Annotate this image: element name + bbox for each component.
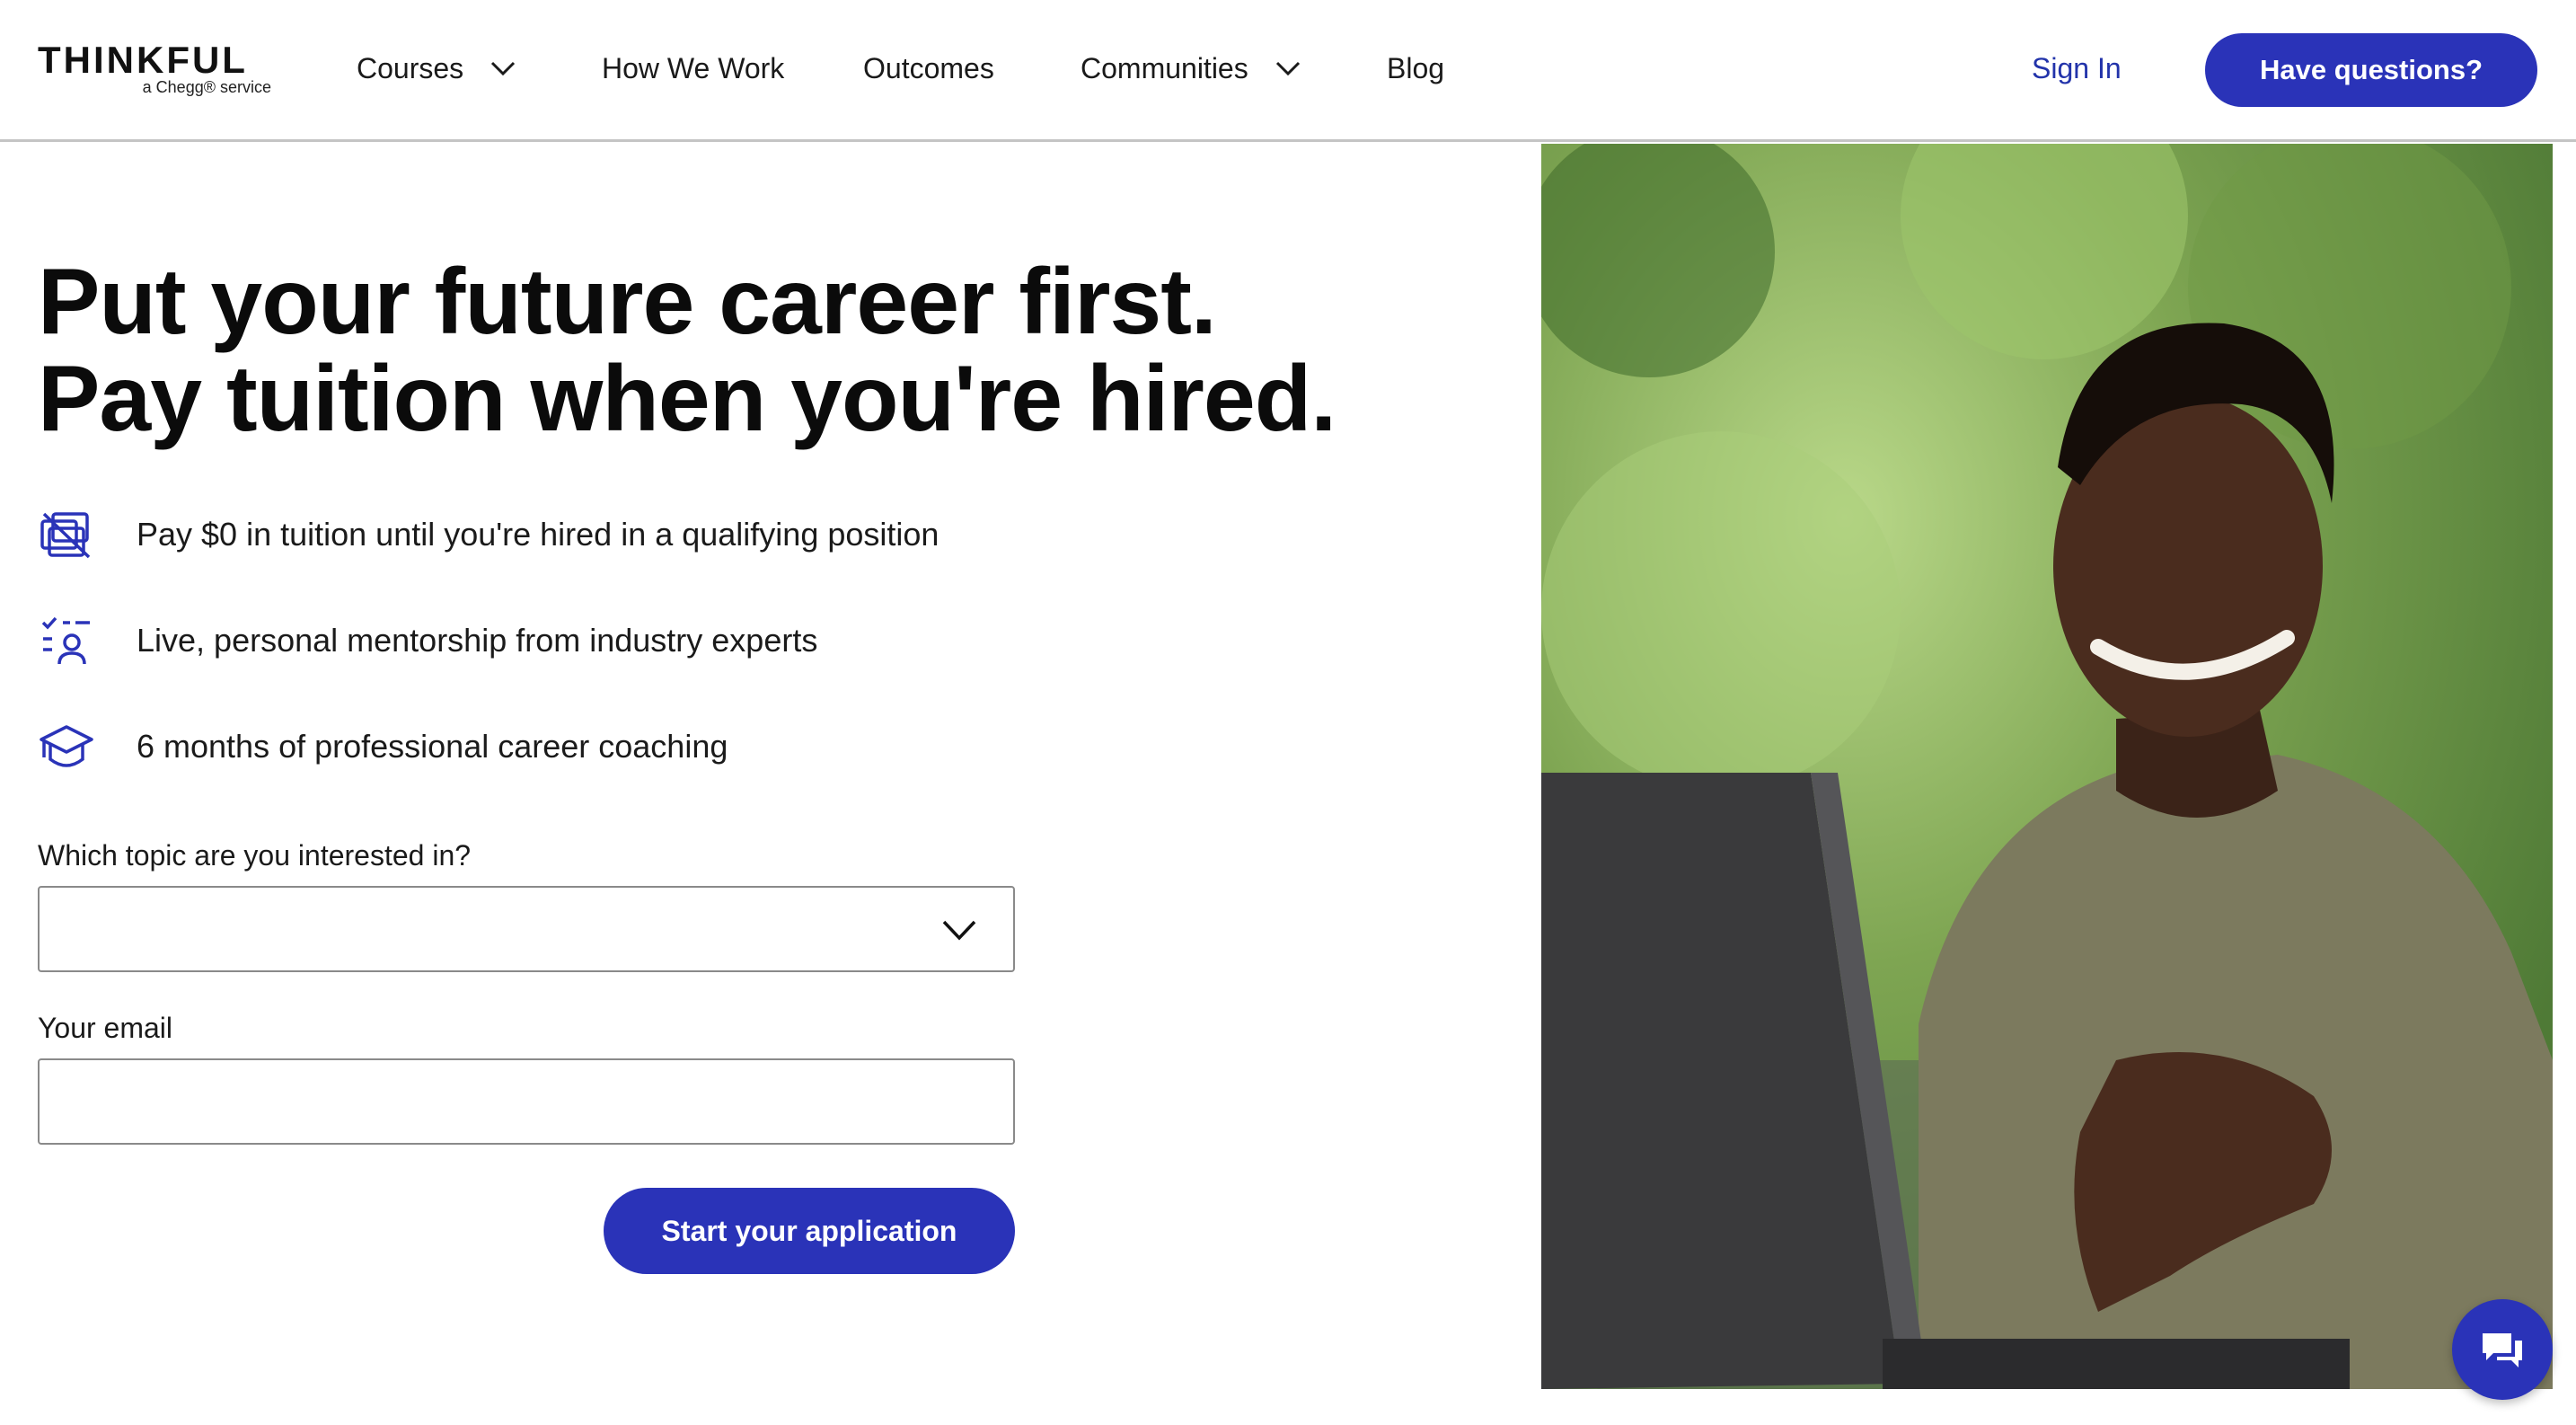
hero-headline-line-1: Put your future career first.: [38, 250, 1217, 354]
topic-label: Which topic are you interested in?: [38, 839, 472, 872]
have-questions-button[interactable]: Have questions?: [2205, 33, 2537, 107]
nav-outcomes[interactable]: Outcomes: [863, 49, 994, 88]
start-application-button[interactable]: Start your application: [604, 1188, 1015, 1274]
chevron-down-icon: [491, 61, 516, 76]
nav-outcomes-label: Outcomes: [863, 51, 994, 84]
feature-text: 6 months of professional career coaching: [137, 728, 728, 765]
chat-icon: [2483, 1333, 2522, 1367]
mentor-icon: [38, 612, 95, 669]
topic-select[interactable]: [38, 886, 1015, 972]
graduation-cap-icon: [38, 718, 95, 775]
site-header: THINKFUL a Chegg® service Courses How We…: [0, 0, 2576, 142]
email-label: Your email: [38, 1012, 173, 1044]
nav-courses-label: Courses: [357, 51, 464, 84]
feature-text: Live, personal mentorship from industry …: [137, 622, 818, 659]
logo-wordmark: THINKFUL: [38, 39, 248, 81]
email-input[interactable]: [38, 1058, 1015, 1145]
sign-in-link[interactable]: Sign In: [2032, 49, 2122, 88]
nav-courses[interactable]: Courses: [357, 49, 516, 88]
chevron-down-icon: [942, 920, 976, 941]
feature-text: Pay $0 in tuition until you're hired in …: [137, 516, 940, 553]
nav-how-we-work[interactable]: How We Work: [602, 49, 784, 88]
nav-how-we-work-label: How We Work: [602, 51, 785, 84]
nav-blog[interactable]: Blog: [1387, 49, 1444, 88]
hero-photo: [1541, 144, 2553, 1389]
chat-button[interactable]: [2452, 1299, 2553, 1400]
no-cost-icon: [38, 506, 95, 563]
thinkful-logo[interactable]: THINKFUL a Chegg® service: [38, 41, 273, 99]
feature-item: 6 months of professional career coaching: [38, 715, 1116, 778]
nav-communities-label: Communities: [1081, 51, 1248, 84]
hero-photo-illustration: [1541, 144, 2553, 1389]
chevron-down-icon: [1275, 61, 1300, 76]
nav-communities[interactable]: Communities: [1081, 49, 1301, 88]
feature-item: Pay $0 in tuition until you're hired in …: [38, 503, 1116, 566]
hero-headline: Put your future career first. Pay tuitio…: [38, 253, 1475, 447]
logo-tagline: a Chegg® service: [142, 78, 271, 96]
nav-blog-label: Blog: [1387, 51, 1445, 84]
hero-headline-line-2: Pay tuition when you're hired.: [38, 347, 1337, 451]
feature-item: Live, personal mentorship from industry …: [38, 609, 1116, 672]
